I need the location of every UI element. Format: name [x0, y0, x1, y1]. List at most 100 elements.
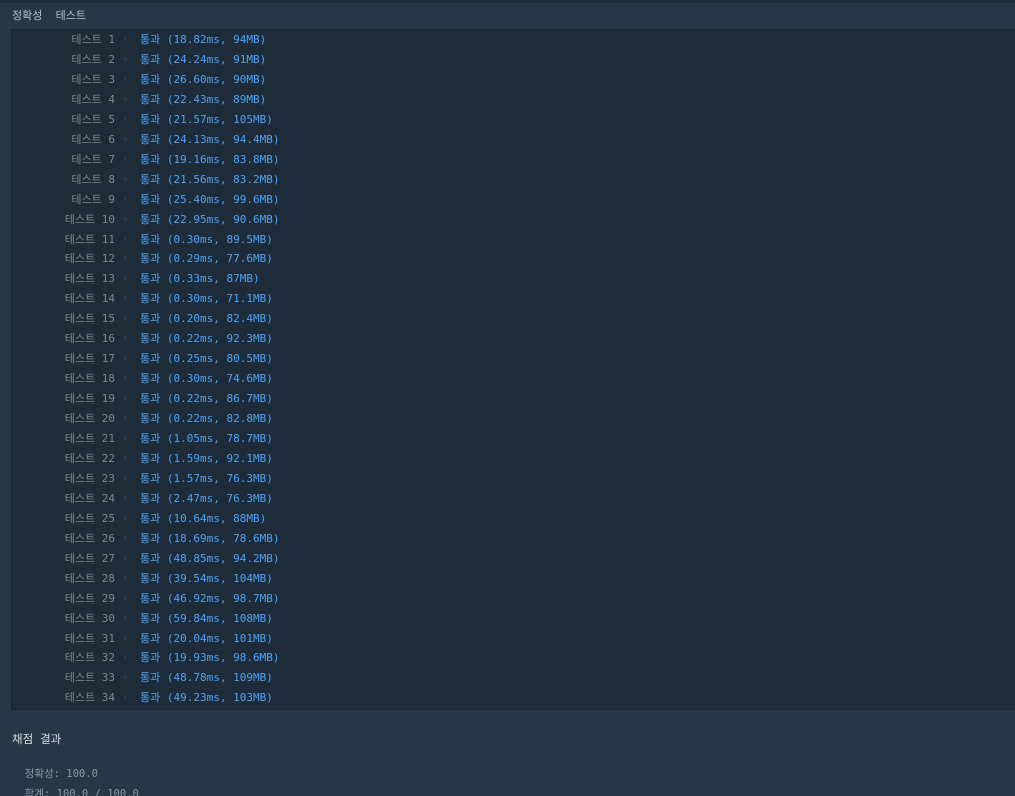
test-status: 통과 — [140, 332, 161, 346]
test-label-wrap: 테스트 16 — [12, 331, 115, 347]
test-status: 통과 — [140, 92, 161, 106]
test-status: 통과 — [140, 691, 161, 705]
test-row: 테스트 18 › 통과 (0.30ms, 74.6MB) — [12, 371, 412, 387]
test-label-wrap: 테스트 14 — [12, 291, 115, 307]
test-result: 통과 (18.69ms, 78.6MB) — [140, 531, 279, 547]
test-status: 통과 — [140, 232, 161, 246]
test-status: 통과 — [140, 392, 161, 406]
test-detail: (39.54ms, 104MB) — [166, 571, 273, 585]
test-row: 테스트 26 › 통과 (18.69ms, 78.6MB) — [12, 531, 412, 547]
chevron-right-icon: › — [122, 413, 129, 425]
test-label-wrap: 테스트 34 — [12, 690, 115, 706]
test-detail: (0.30ms, 74.6MB) — [166, 372, 273, 386]
test-status: 통과 — [140, 312, 161, 326]
test-label-wrap: 테스트 33 — [12, 670, 115, 686]
test-result: 통과 (0.30ms, 71.1MB) — [140, 291, 273, 307]
test-detail: (49.23ms, 103MB) — [166, 691, 273, 705]
test-result: 통과 (48.78ms, 109MB) — [140, 670, 273, 686]
chevron-right-icon: › — [122, 612, 129, 624]
test-label-wrap: 테스트 28 — [12, 571, 115, 587]
test-label-wrap: 테스트 9 — [12, 192, 115, 208]
test-result: 통과 (1.05ms, 78.7MB) — [140, 431, 273, 447]
chevron-right-icon: › — [122, 53, 129, 65]
test-label: 테스트 10 — [64, 212, 115, 226]
test-result: 통과 (59.84ms, 108MB) — [140, 611, 273, 627]
test-status: 통과 — [140, 372, 161, 386]
test-label-wrap: 테스트 32 — [12, 650, 115, 666]
test-row: 테스트 7 › 통과 (19.16ms, 83.8MB) — [12, 152, 412, 168]
test-result: 통과 (1.57ms, 76.3MB) — [140, 471, 273, 487]
test-status: 통과 — [140, 352, 161, 366]
test-row: 테스트 9 › 통과 (25.40ms, 99.6MB) — [12, 192, 412, 208]
test-result: 통과 (0.33ms, 87MB) — [140, 271, 260, 287]
test-result: 통과 (0.22ms, 82.8MB) — [140, 411, 273, 427]
test-label: 테스트 14 — [64, 292, 115, 306]
chevron-right-icon: › — [122, 233, 129, 245]
test-detail: (22.95ms, 90.6MB) — [166, 212, 280, 226]
test-label: 테스트 17 — [64, 352, 115, 366]
test-label-wrap: 테스트 13 — [12, 271, 115, 287]
test-result: 통과 (0.30ms, 89.5MB) — [140, 232, 273, 248]
chevron-right-icon: › — [122, 253, 129, 265]
test-detail: (0.25ms, 80.5MB) — [166, 352, 273, 366]
top-divider — [0, 0, 1015, 3]
chevron-right-icon: › — [122, 512, 129, 524]
test-status: 통과 — [140, 591, 161, 605]
total-value: 100.0 / 100.0 — [56, 788, 139, 796]
test-status: 통과 — [140, 272, 161, 286]
test-row: 테스트 2 › 통과 (24.24ms, 91MB) — [12, 52, 412, 68]
test-row: 테스트 20 › 통과 (0.22ms, 82.8MB) — [12, 411, 412, 427]
test-label: 테스트 1 — [71, 33, 115, 46]
test-status: 통과 — [140, 132, 161, 146]
chevron-right-icon: › — [122, 193, 129, 205]
chevron-right-icon: › — [122, 273, 129, 285]
test-detail: (0.20ms, 82.4MB) — [166, 312, 273, 326]
test-status: 통과 — [140, 412, 161, 426]
test-label-wrap: 테스트 25 — [12, 511, 115, 527]
chevron-right-icon: › — [122, 213, 129, 225]
test-label: 테스트 22 — [64, 451, 115, 465]
test-label-wrap: 테스트 3 — [12, 72, 115, 88]
test-label-wrap: 테스트 26 — [12, 531, 115, 547]
chevron-right-icon: › — [122, 552, 129, 564]
chevron-right-icon: › — [122, 333, 129, 345]
test-row: 테스트 11 › 통과 (0.30ms, 89.5MB) — [12, 232, 412, 248]
test-result: 통과 (49.23ms, 103MB) — [140, 690, 273, 706]
chevron-right-icon: › — [122, 133, 129, 145]
chevron-right-icon: › — [122, 652, 129, 664]
test-label-wrap: 테스트 22 — [12, 451, 115, 467]
test-result: 통과 (22.95ms, 90.6MB) — [140, 212, 279, 228]
chevron-right-icon: › — [122, 572, 129, 584]
chevron-right-icon: › — [122, 592, 129, 604]
chevron-right-icon: › — [122, 153, 129, 165]
test-result: 통과 (26.60ms, 90MB) — [140, 72, 266, 88]
test-row: 테스트 5 › 통과 (21.57ms, 105MB) — [12, 112, 412, 128]
test-result: 통과 (46.92ms, 98.7MB) — [140, 591, 279, 607]
test-row: 테스트 1 › 통과 (18.82ms, 94MB) — [12, 32, 412, 48]
test-detail: (0.22ms, 92.3MB) — [166, 332, 273, 346]
test-detail: (21.57ms, 105MB) — [166, 112, 273, 126]
test-detail: (18.82ms, 94MB) — [166, 33, 267, 46]
test-row: 테스트 14 › 통과 (0.30ms, 71.1MB) — [12, 291, 412, 307]
test-row: 테스트 10 › 통과 (22.95ms, 90.6MB) — [12, 212, 412, 228]
test-detail: (0.30ms, 89.5MB) — [166, 232, 273, 246]
test-result: 통과 (21.57ms, 105MB) — [140, 112, 273, 128]
test-row: 테스트 25 › 통과 (10.64ms, 88MB) — [12, 511, 412, 527]
test-result: 통과 (39.54ms, 104MB) — [140, 571, 273, 587]
test-status: 통과 — [140, 571, 161, 585]
test-label: 테스트 13 — [64, 272, 115, 286]
test-status: 통과 — [140, 671, 161, 685]
test-label: 테스트 24 — [64, 491, 115, 505]
test-row: 테스트 34 › 통과 (49.23ms, 103MB) — [12, 690, 412, 706]
chevron-right-icon: › — [122, 113, 129, 125]
test-label-wrap: 테스트 20 — [12, 411, 115, 427]
chevron-right-icon: › — [122, 73, 129, 85]
test-label-wrap: 테스트 17 — [12, 351, 115, 367]
test-label-wrap: 테스트 19 — [12, 391, 115, 407]
test-row: 테스트 15 › 통과 (0.20ms, 82.4MB) — [12, 311, 412, 327]
test-detail: (20.04ms, 101MB) — [166, 631, 273, 645]
test-label: 테스트 20 — [64, 412, 115, 426]
test-label: 테스트 16 — [64, 332, 115, 346]
test-label: 테스트 7 — [71, 152, 115, 166]
test-detail: (19.16ms, 83.8MB) — [166, 152, 280, 166]
